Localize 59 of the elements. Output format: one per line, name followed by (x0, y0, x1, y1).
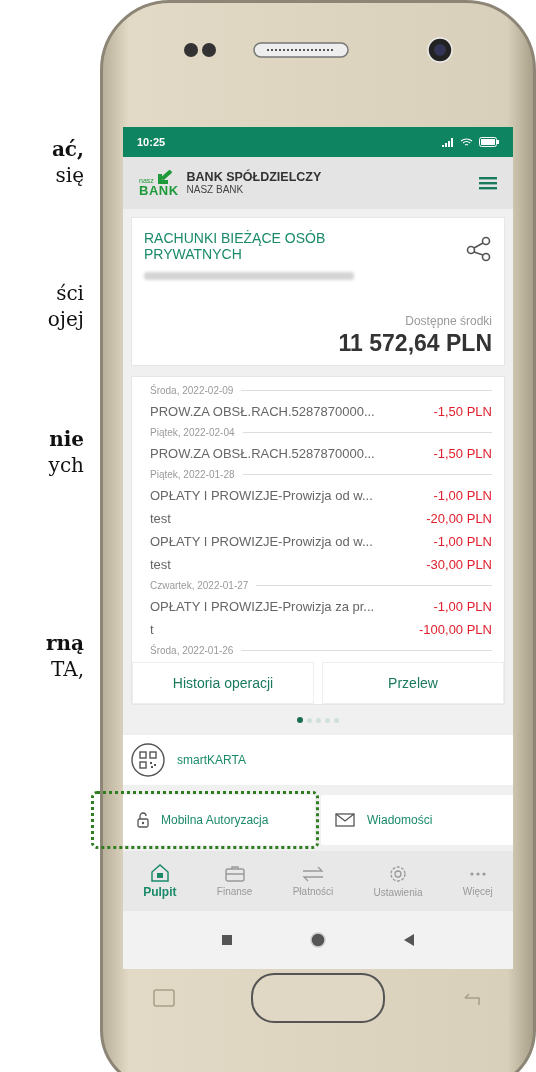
date-label: Czwartek, 2022-01-27 (150, 580, 249, 592)
page-dot[interactable] (297, 717, 303, 724)
envelope-icon (335, 813, 355, 828)
battery-icon (479, 137, 499, 147)
page-dot[interactable] (316, 717, 321, 723)
text-fragment: ać, (51, 136, 84, 162)
text-fragment: ych (48, 452, 84, 478)
smartkarta-tile[interactable]: smartKARTA (123, 735, 513, 786)
balance-amount: 11 572,64 PLN (338, 330, 492, 358)
date-label: Środa, 2022-02-09 (150, 385, 234, 397)
wallet-icon (224, 865, 245, 884)
page-dot[interactable] (325, 717, 330, 723)
home-circle-icon[interactable] (310, 932, 326, 949)
nav-tab[interactable]: Pulpit (139, 851, 181, 912)
shortcut-tile[interactable]: Wiadomości (321, 795, 513, 846)
speaker-grille-icon (253, 42, 349, 58)
text-fragment: rną (45, 630, 84, 656)
available-label: Dostępne środki (405, 314, 492, 329)
padlock-icon (137, 812, 149, 829)
transfer-arrows-icon (300, 865, 325, 884)
camera-lens-icon (427, 37, 453, 63)
transaction-row[interactable]: test -20,00 PLN (150, 507, 492, 531)
transaction-row[interactable]: OPŁATY I PROWIZJE-Prowizja od w... -1,00 PLN (150, 530, 492, 554)
recent-apps-icon[interactable] (222, 935, 232, 946)
transaction-row[interactable]: OPŁATY I PROWIZJE-Prowizja od w... -1,00 PLN (150, 484, 492, 508)
card-action-button[interactable]: Przelew (322, 662, 504, 705)
recent-key-icon (153, 989, 175, 1007)
text-fragment: się (55, 162, 84, 188)
qr-code-icon (131, 743, 165, 778)
page-dot[interactable] (307, 717, 312, 723)
transaction-row[interactable]: test -30,00 PLN (150, 553, 492, 577)
settings-icon (388, 864, 409, 885)
menu-icon[interactable] (479, 176, 497, 190)
home-button[interactable] (251, 973, 385, 1023)
transaction-row[interactable]: t -100,00 PLN (150, 618, 492, 642)
text-fragment: TA, (50, 656, 84, 682)
text-fragment: ojej (47, 306, 84, 332)
bank-subtitle: NASZ BANK (186, 184, 245, 196)
page-dot[interactable] (334, 717, 339, 723)
wifi-icon (460, 137, 473, 147)
sensors-icon (183, 42, 219, 58)
text-fragment: nie (49, 426, 84, 452)
account-card[interactable]: RACHUNKI BIEŻĄCE OSÓB PRYWATNYCH Dostępne środki 11 572,64 PLN (131, 217, 505, 367)
transaction-row[interactable]: OPŁATY I PROWIZJE-Prowizja za pr... -1,00 PLN (150, 595, 492, 619)
signal-icon (442, 137, 454, 147)
bank-name: BANK SPÓŁDZIELCZY (186, 170, 323, 185)
transaction-row[interactable]: PROW.ZA OBSŁ.RACH.5287870000... -1,50 PLN (150, 400, 492, 424)
more-icon (469, 872, 486, 877)
text-fragment: ści (56, 280, 84, 306)
transaction-row[interactable]: PROW.ZA OBSŁ.RACH.5287870000... -1,50 PLN (150, 442, 492, 466)
share-icon[interactable] (466, 236, 492, 263)
date-label: Piątek, 2022-01-28 (150, 469, 235, 481)
status-time: 10:25 (137, 136, 166, 148)
date-label: Środa, 2022-01-26 (150, 645, 234, 657)
account-name: RACHUNKI BIEŻĄCE OSÓB PRYWATNYCH (144, 230, 327, 263)
back-triangle-icon[interactable] (404, 934, 414, 947)
card-action-button[interactable]: Historia operacji (132, 662, 314, 705)
date-label: Piątek, 2022-02-04 (150, 427, 235, 439)
home-icon (149, 863, 170, 882)
